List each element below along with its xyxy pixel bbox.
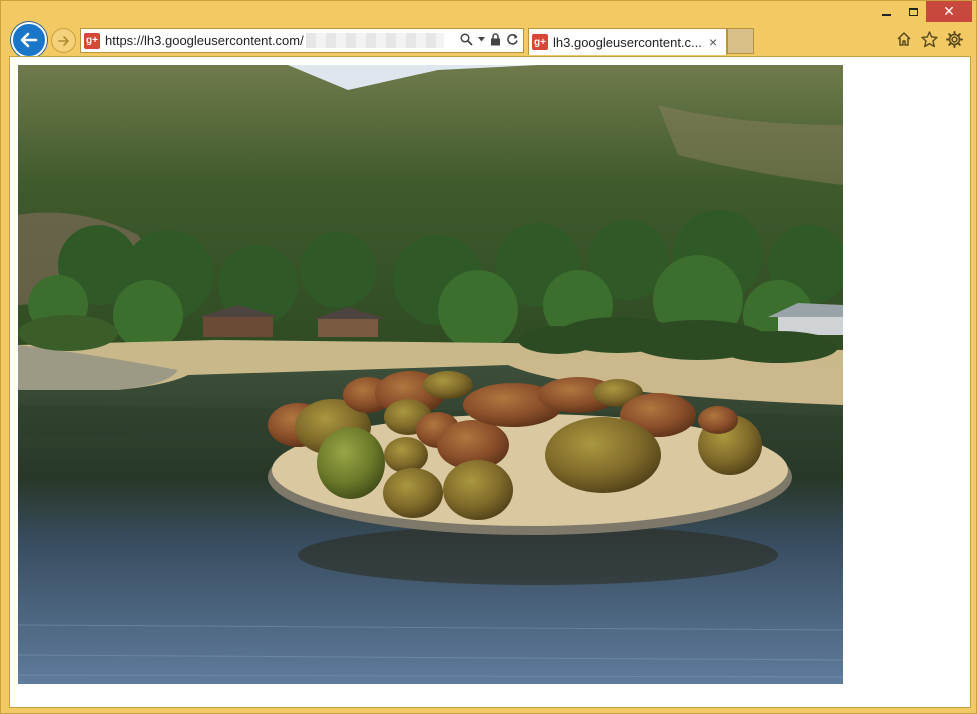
new-tab-button[interactable] [727,28,754,54]
url-text[interactable]: https://lh3.googleusercontent.com/ [105,33,304,48]
minimize-button[interactable] [872,1,900,22]
favorites-star-icon[interactable] [920,30,938,48]
close-window-button[interactable]: ✕ [926,1,972,22]
tab-title: lh3.googleusercontent.c... [553,34,702,50]
maximize-button[interactable] [900,1,926,22]
tab-active[interactable]: g+ lh3.googleusercontent.c... × [528,28,727,55]
minimize-icon [881,13,891,16]
page-content [9,56,971,708]
back-button[interactable] [11,22,47,58]
search-icon[interactable] [460,33,473,46]
site-favicon-icon: g+ [84,32,100,49]
lock-icon[interactable] [490,33,501,46]
dropdown-icon[interactable] [478,37,485,42]
browser-window: ✕ g+ https://lh3.googleusercontent.com/ [0,0,977,714]
tab-close-icon[interactable]: × [709,34,717,50]
settings-gear-icon[interactable] [945,30,963,48]
forward-arrow-icon [57,35,69,46]
back-arrow-icon [20,32,38,48]
refresh-icon[interactable] [506,33,519,46]
address-bar[interactable]: g+ https://lh3.googleusercontent.com/ [80,28,524,53]
close-icon: ✕ [943,3,955,19]
tab-favicon-icon: g+ [532,34,548,50]
garden-photo-illustration [18,65,843,684]
garden-photo[interactable] [18,65,843,684]
maximize-icon [908,7,918,16]
url-redacted-region [305,33,444,48]
home-icon[interactable] [895,30,913,48]
forward-button[interactable] [51,28,76,53]
